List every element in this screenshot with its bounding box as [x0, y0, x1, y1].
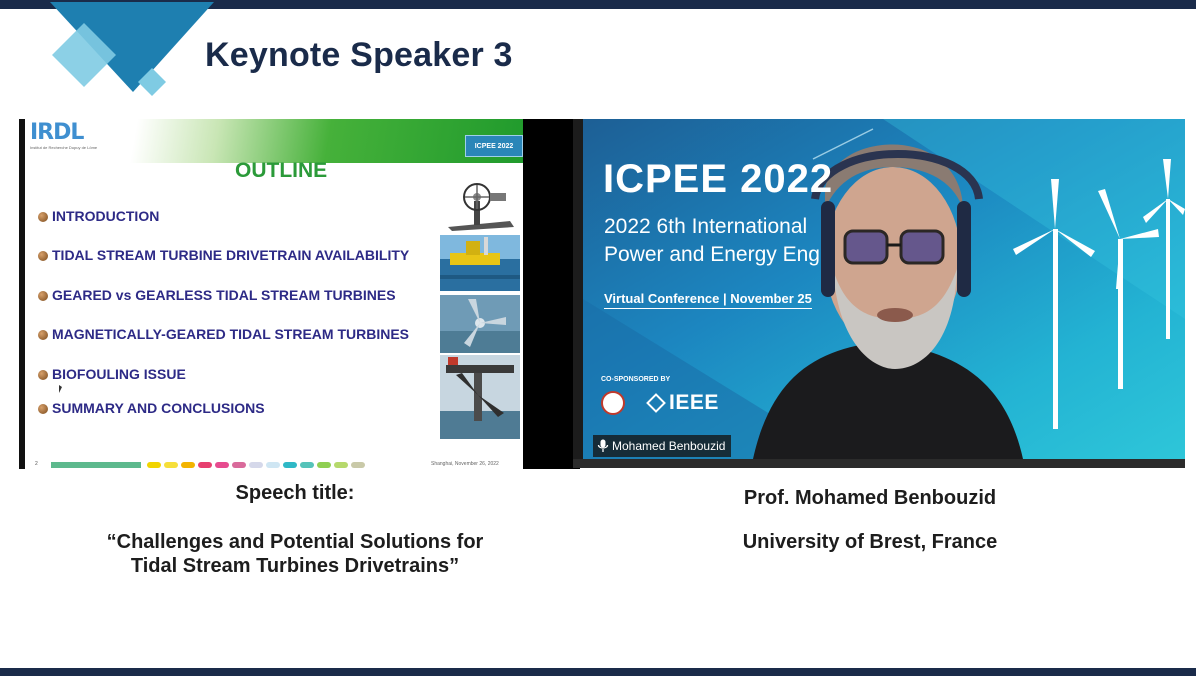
video-bottom-strip [573, 459, 1185, 468]
slide-page-number: 2 [35, 461, 38, 467]
footer-dot [300, 462, 314, 468]
banner-virtual-conference: Virtual Conference | November 25 [604, 291, 812, 309]
banner-title: ICPEE 2022 [603, 157, 834, 201]
outline-item: MAGNETICALLY-GEARED TIDAL STREAM TURBINE… [38, 326, 409, 342]
participant-nametag: Mohamed Benbouzid [593, 435, 732, 457]
bullet-icon [38, 330, 48, 340]
footer-dot [147, 462, 161, 468]
university-seal-icon [601, 391, 625, 415]
bullet-icon [38, 370, 48, 380]
tidal-platform-image [440, 235, 520, 291]
footer-dot [215, 462, 229, 468]
speaker-video: ICPEE 2022 2022 6th International Power … [573, 119, 1185, 468]
bottom-border-bar [0, 668, 1196, 676]
footer-dot [283, 462, 297, 468]
footer-dot [164, 462, 178, 468]
seabed-turbine-image [440, 355, 520, 439]
icpee-badge: ICPEE 2022 [465, 135, 523, 157]
footer-dot [198, 462, 212, 468]
outline-heading: OUTLINE [235, 159, 328, 182]
footer-dot [249, 462, 263, 468]
footer-dot [317, 462, 331, 468]
footer-decoration [51, 462, 141, 468]
video-frame: ICPEE 2022 2022 6th International Power … [583, 119, 1185, 459]
outline-item: GEARED vs GEARLESS TIDAL STREAM TURBINES [38, 287, 396, 303]
outline-item: TIDAL STREAM TURBINE DRIVETRAIN AVAILABI… [38, 247, 409, 263]
cosponsored-label: CO-SPONSORED BY [601, 376, 671, 383]
participant-name: Mohamed Benbouzid [612, 439, 726, 453]
footer-dot [181, 462, 195, 468]
footer-dot [334, 462, 348, 468]
footer-dot [266, 462, 280, 468]
header-decoration [50, 2, 214, 96]
irdl-logo: IRDL [30, 120, 84, 145]
footer-dot [351, 462, 365, 468]
speaker-affiliation: University of Brest, France [742, 531, 998, 553]
bullet-icon [38, 404, 48, 414]
mouse-cursor-icon [59, 385, 62, 393]
slide-footer-date: Shanghai, November 26, 2022 [431, 461, 499, 467]
turbine-image [440, 181, 520, 233]
microphone-icon [597, 439, 609, 452]
outline-item: INTRODUCTION [38, 208, 159, 224]
speech-title-line-1: “Challenges and Potential Solutions for [106, 531, 484, 553]
bullet-icon [38, 212, 48, 222]
ieee-logo-text: IEEE [669, 391, 719, 414]
underwater-turbine-image [440, 295, 520, 353]
speech-title-line-2: Tidal Stream Turbines Drivetrains” [130, 555, 460, 577]
bullet-icon [38, 251, 48, 261]
banner-subtitle-1: 2022 6th International [604, 215, 808, 238]
speaker-name: Prof. Mohamed Benbouzid [743, 487, 997, 509]
banner-subtitle-2: Power and Energy Eng [604, 243, 820, 266]
outline-item: BIOFOULING ISSUE [38, 366, 186, 382]
bullet-icon [38, 291, 48, 301]
footer-dot [232, 462, 246, 468]
irdl-logo-subtitle: Institut de Recherche Dupuy de Lôme [30, 145, 98, 150]
slide-header [25, 119, 523, 163]
video-gap [523, 119, 580, 469]
speech-title-label: Speech title: [235, 482, 355, 504]
shared-slide: IRDL Institut de Recherche Dupuy de Lôme… [19, 119, 523, 469]
outline-item: SUMMARY AND CONCLUSIONS [38, 400, 265, 416]
page-title: Keynote Speaker 3 [205, 36, 513, 74]
